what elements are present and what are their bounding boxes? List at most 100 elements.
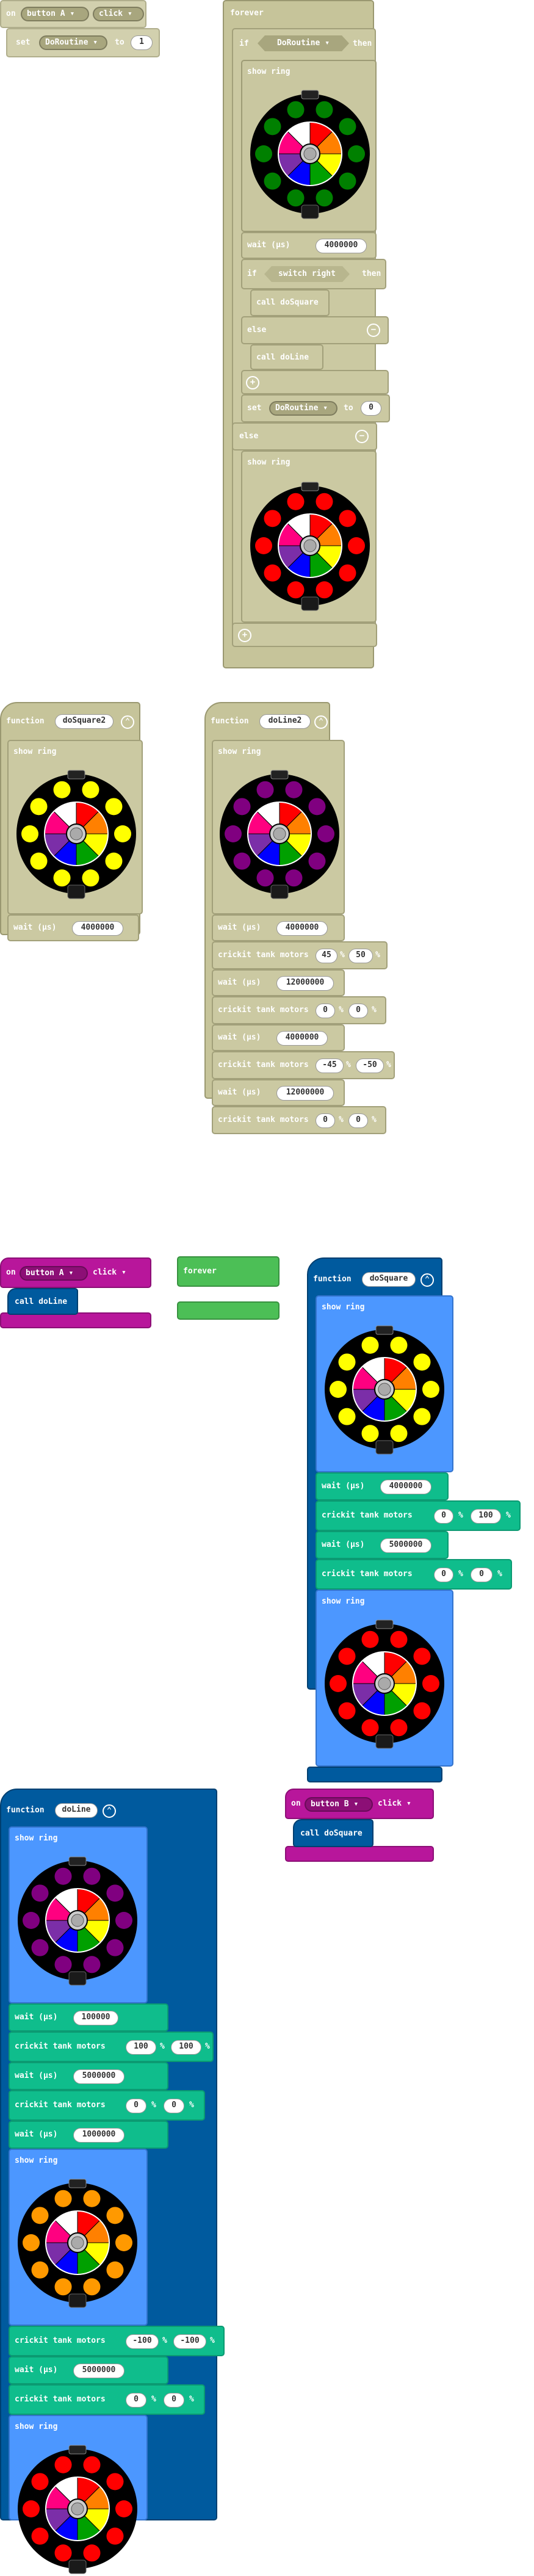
call-dosquare-block[interactable]: call doSquare xyxy=(293,1819,373,1847)
collapse-icon[interactable]: ⌃ xyxy=(314,715,328,729)
function-name-input[interactable]: doSquare2 xyxy=(55,714,114,729)
show-ring-block-sq2[interactable]: show ring xyxy=(7,740,143,914)
switch-right-condition[interactable]: switch right xyxy=(264,266,350,282)
crickit-block-sq-2[interactable]: crickit tank motors 0 % 0 % xyxy=(316,1559,512,1590)
crickit-block-l2-4[interactable]: crickit tank motors 0 % 0 % xyxy=(212,1106,386,1134)
collapse-icon[interactable]: ⌃ xyxy=(420,1273,434,1287)
left-motor-input[interactable]: 0 xyxy=(126,2099,146,2113)
left-motor-input[interactable]: 0 xyxy=(126,2393,146,2408)
wait-value-input[interactable]: 100000 xyxy=(73,2011,118,2025)
left-motor-input[interactable]: 0 xyxy=(434,1509,453,1524)
wait-value-input[interactable]: 5000000 xyxy=(73,2364,124,2378)
wait-value-input[interactable]: 4000000 xyxy=(316,239,367,253)
left-motor-input[interactable]: -45 xyxy=(316,1058,344,1073)
left-motor-input[interactable]: 0 xyxy=(316,1004,335,1018)
right-motor-input[interactable]: 50 xyxy=(348,949,373,963)
show-ring-block-2[interactable]: show ring xyxy=(241,450,377,623)
left-motor-input[interactable]: 0 xyxy=(434,1568,453,1582)
wait-value-input[interactable]: 4000000 xyxy=(72,921,123,936)
wait-block-sq2[interactable]: wait (µs) 4000000 xyxy=(7,914,139,941)
forever-empty-block[interactable]: forever xyxy=(177,1256,280,1287)
right-motor-input[interactable]: 0 xyxy=(471,1568,493,1582)
wait-block-sq-1[interactable]: wait (µs) 4000000 xyxy=(316,1472,449,1500)
on-button-a-block[interactable]: on button A ▾ click ▾ xyxy=(0,1257,151,1288)
led-ring-green[interactable] xyxy=(247,89,373,220)
wait-value-input[interactable]: 4000000 xyxy=(276,921,328,936)
led-ring-red[interactable] xyxy=(15,2444,140,2576)
on-button-b-block[interactable]: on button B ▾ click ▾ xyxy=(285,1789,434,1819)
button-select[interactable]: button A ▾ xyxy=(21,7,89,21)
show-ring-block-l-3[interactable]: show ring xyxy=(9,2415,148,2574)
set-doroutine-block[interactable]: set DoRoutine ▾ to 1 xyxy=(6,28,160,57)
right-motor-input[interactable]: 0 xyxy=(164,2099,184,2113)
led-ring-yellow[interactable] xyxy=(13,769,139,901)
wait-block-l2-2[interactable]: wait (µs) 12000000 xyxy=(212,969,345,996)
show-ring-block-sq-2[interactable]: show ring xyxy=(316,1590,453,1767)
wait-block-sq-2[interactable]: wait (µs) 5000000 xyxy=(316,1531,449,1559)
add-else-icon[interactable]: + xyxy=(246,376,259,389)
wait-value-input[interactable]: 5000000 xyxy=(380,1538,431,1553)
function-name-input[interactable]: doLine2 xyxy=(259,714,311,729)
left-motor-input[interactable]: -100 xyxy=(126,2334,159,2349)
crickit-block-l2-3[interactable]: crickit tank motors -45 % -50 % xyxy=(212,1051,395,1079)
call-dosquare-block-1[interactable]: call doSquare xyxy=(250,289,330,316)
wait-block-l-3[interactable]: wait (µs) 1000000 xyxy=(9,2121,168,2149)
led-ring-orange[interactable] xyxy=(15,2178,140,2310)
show-ring-block-1[interactable]: show ring xyxy=(241,60,377,232)
wait-value-input[interactable]: 1000000 xyxy=(73,2128,124,2143)
crickit-block-l-2[interactable]: crickit tank motors 0 % 0 % xyxy=(9,2090,205,2121)
wait-value-input[interactable]: 12000000 xyxy=(276,976,334,991)
event-select[interactable]: click ▾ xyxy=(93,1268,126,1278)
remove-else-icon[interactable]: − xyxy=(367,324,380,337)
function-name-input[interactable]: doLine xyxy=(55,1803,98,1818)
value-input[interactable]: 0 xyxy=(361,401,381,416)
on-button-a-disabled-block[interactable]: on button A ▾ click ▾ xyxy=(0,0,146,28)
crickit-block-l2-2[interactable]: crickit tank motors 0 % 0 % xyxy=(212,996,386,1024)
led-ring-purple[interactable] xyxy=(217,769,342,901)
right-motor-input[interactable]: 100 xyxy=(471,1509,501,1524)
wait-block-l2-3[interactable]: wait (µs) 4000000 xyxy=(212,1024,345,1051)
show-ring-block-l-2[interactable]: show ring xyxy=(9,2149,148,2326)
value-input[interactable]: 1 xyxy=(131,35,153,50)
crickit-block-l-3[interactable]: crickit tank motors -100 % -100 % xyxy=(9,2326,225,2356)
call-doline-block-1[interactable]: call doLine xyxy=(250,344,323,370)
crickit-block-l-4[interactable]: crickit tank motors 0 % 0 % xyxy=(9,2384,205,2415)
remove-else-icon[interactable]: − xyxy=(355,430,369,443)
wait-value-input[interactable]: 12000000 xyxy=(276,1086,334,1101)
wait-block-l-4[interactable]: wait (µs) 5000000 xyxy=(9,2356,168,2384)
wait-block-l2-4[interactable]: wait (µs) 12000000 xyxy=(212,1079,345,1106)
button-select[interactable]: button B ▾ xyxy=(305,1797,373,1812)
crickit-block-sq-1[interactable]: crickit tank motors 0 % 100 % xyxy=(316,1500,521,1531)
call-doline-block[interactable]: call doLine xyxy=(7,1288,78,1315)
led-ring-red[interactable] xyxy=(247,481,373,612)
wait-block-l-2[interactable]: wait (µs) 5000000 xyxy=(9,2062,168,2090)
collapse-icon[interactable]: ⌃ xyxy=(103,1804,116,1818)
right-motor-input[interactable]: 100 xyxy=(171,2040,201,2055)
else-block-1[interactable]: else − xyxy=(241,316,389,344)
right-motor-input[interactable]: 0 xyxy=(164,2393,184,2408)
show-ring-block-sq[interactable]: show ring xyxy=(316,1295,453,1472)
led-ring-yellow[interactable] xyxy=(322,1325,447,1456)
led-ring-red[interactable] xyxy=(322,1619,447,1751)
set-doroutine-block-main[interactable]: set DoRoutine ▾ to 0 xyxy=(241,394,390,422)
event-select[interactable]: click ▾ xyxy=(93,7,144,21)
led-ring-purple[interactable] xyxy=(15,1856,140,1988)
crickit-block-l-1[interactable]: crickit tank motors 100 % 100 % xyxy=(9,2031,214,2062)
left-motor-input[interactable]: 0 xyxy=(316,1113,335,1128)
button-select[interactable]: button A ▾ xyxy=(20,1266,88,1281)
right-motor-input[interactable]: 0 xyxy=(348,1004,368,1018)
show-ring-block-l-1[interactable]: show ring xyxy=(9,1826,148,2003)
right-motor-input[interactable]: -50 xyxy=(356,1058,384,1073)
wait-value-input[interactable]: 4000000 xyxy=(380,1480,431,1494)
function-name-input[interactable]: doSquare xyxy=(362,1272,416,1287)
left-motor-input[interactable]: 45 xyxy=(316,949,337,963)
event-select[interactable]: click ▾ xyxy=(378,1799,411,1809)
wait-value-input[interactable]: 5000000 xyxy=(73,2069,124,2084)
collapse-icon[interactable]: ⌃ xyxy=(121,715,134,729)
else-if-block[interactable]: if switch right then xyxy=(241,259,386,289)
add-branch-icon[interactable]: + xyxy=(238,629,251,642)
right-motor-input[interactable]: 0 xyxy=(348,1113,368,1128)
variable-select[interactable]: DoRoutine ▾ xyxy=(39,35,107,50)
right-motor-input[interactable]: -100 xyxy=(173,2334,206,2349)
show-ring-block-l2[interactable]: show ring xyxy=(212,740,345,914)
